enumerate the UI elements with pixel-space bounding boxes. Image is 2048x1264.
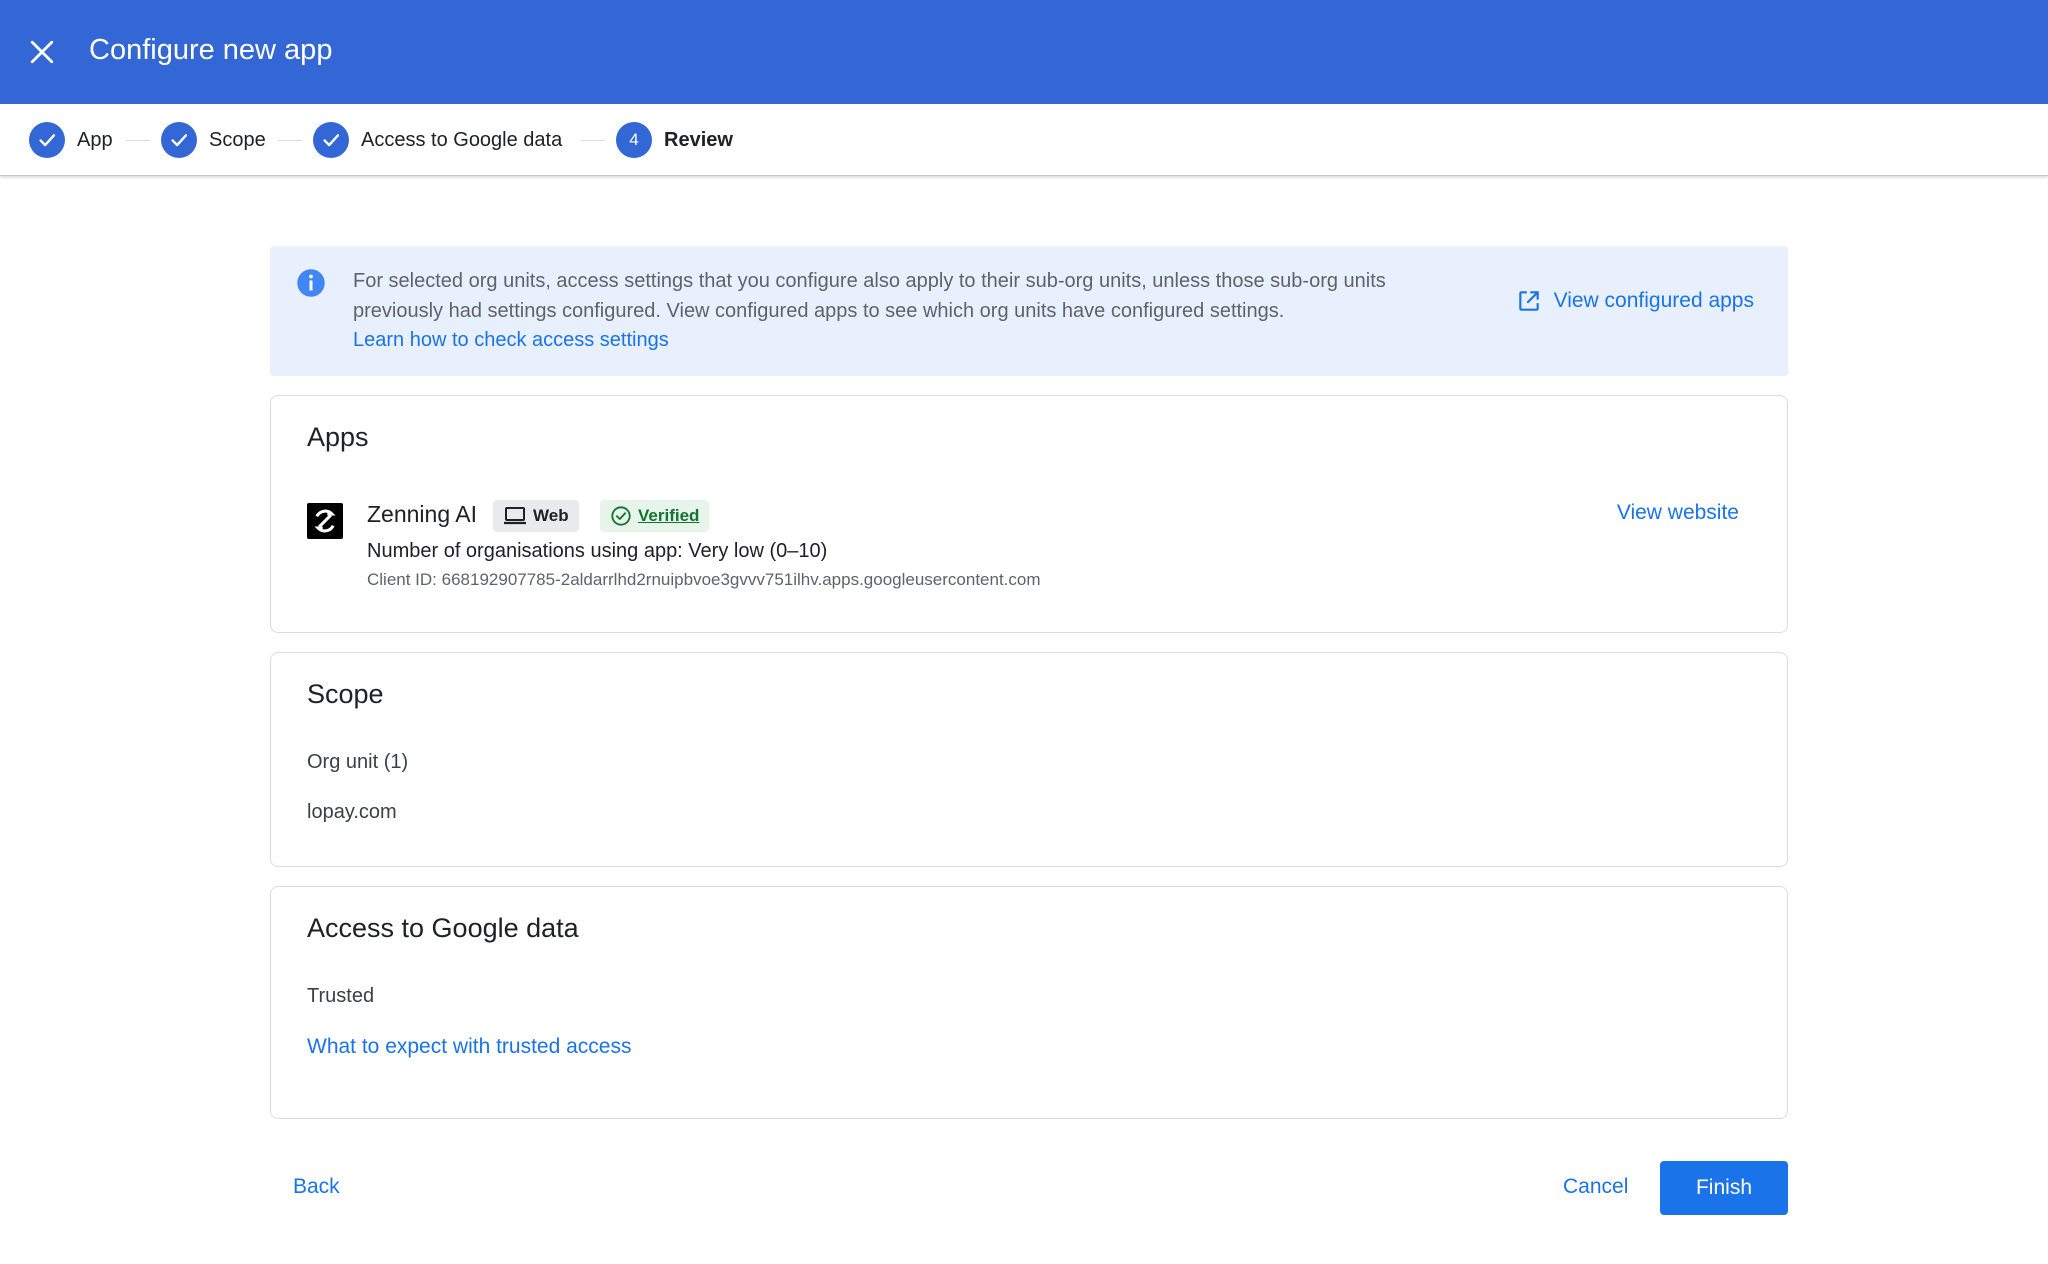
app-org-count: Number of organisations using app: Very … [367,540,828,562]
info-banner-text: For selected org units, access settings … [353,267,1453,356]
scope-card-title: Scope [307,679,384,709]
info-icon [297,269,325,297]
check-circle-icon [611,506,631,526]
info-banner-message: For selected org units, access settings … [353,270,1386,322]
apps-card-title: Apps [307,422,369,452]
trusted-access-link[interactable]: What to expect with trusted access [307,1035,631,1059]
step-complete-check-icon [161,122,197,158]
cancel-button[interactable]: Cancel [1563,1175,1628,1199]
open-in-new-icon [1518,291,1539,311]
learn-access-settings-link[interactable]: Learn how to check access settings [353,326,669,356]
step-connector [581,140,605,141]
stepper: App Scope Access to Google data 4 Review [0,104,2048,176]
info-banner: For selected org units, access settings … [270,246,1788,376]
step-scope[interactable]: Scope [161,122,266,158]
laptop-icon [504,507,526,525]
step-label: Access to Google data [361,128,563,151]
finish-button[interactable]: Finish [1660,1161,1788,1215]
platform-chip: Web [493,500,579,532]
access-value: Trusted [307,985,375,1007]
step-connector [126,140,150,141]
zenning-logo-icon [314,509,336,533]
app-name: Zenning AI [367,501,477,527]
scope-card: Scope Org unit (1) lopay.com [270,652,1788,867]
app-logo [307,503,343,539]
verified-chip[interactable]: Verified [600,500,710,532]
step-label: App [77,128,113,151]
top-app-bar: Configure new app [0,0,2048,104]
close-icon [30,40,54,64]
step-app[interactable]: App [29,122,113,158]
close-button[interactable] [24,28,60,76]
page-title: Configure new app [89,34,333,66]
access-card: Access to Google data Trusted What to ex… [270,886,1788,1119]
view-website-link[interactable]: View website [1617,501,1739,525]
step-complete-check-icon [29,122,65,158]
access-card-title: Access to Google data [307,913,579,943]
view-configured-apps-button[interactable]: View configured apps [1516,288,1754,314]
org-unit-value: lopay.com [307,801,397,823]
step-label: Scope [209,128,266,151]
step-number: 4 [616,122,652,158]
view-configured-apps-label: View configured apps [1553,289,1754,312]
org-unit-label: Org unit (1) [307,751,409,773]
apps-card: Apps Zenning AI Web Verified Number of o… [270,395,1788,633]
step-review[interactable]: 4 Review [616,122,733,158]
verified-chip-label: Verified [638,506,700,525]
step-label: Review [664,128,733,151]
platform-chip-label: Web [533,506,569,525]
step-connector [278,140,302,141]
back-button[interactable]: Back [293,1175,340,1199]
app-client-id: Client ID: 668192907785-2aldarrlhd2rnuip… [367,570,1041,589]
step-complete-check-icon [313,122,349,158]
step-access-to-google-data[interactable]: Access to Google data [313,122,562,158]
